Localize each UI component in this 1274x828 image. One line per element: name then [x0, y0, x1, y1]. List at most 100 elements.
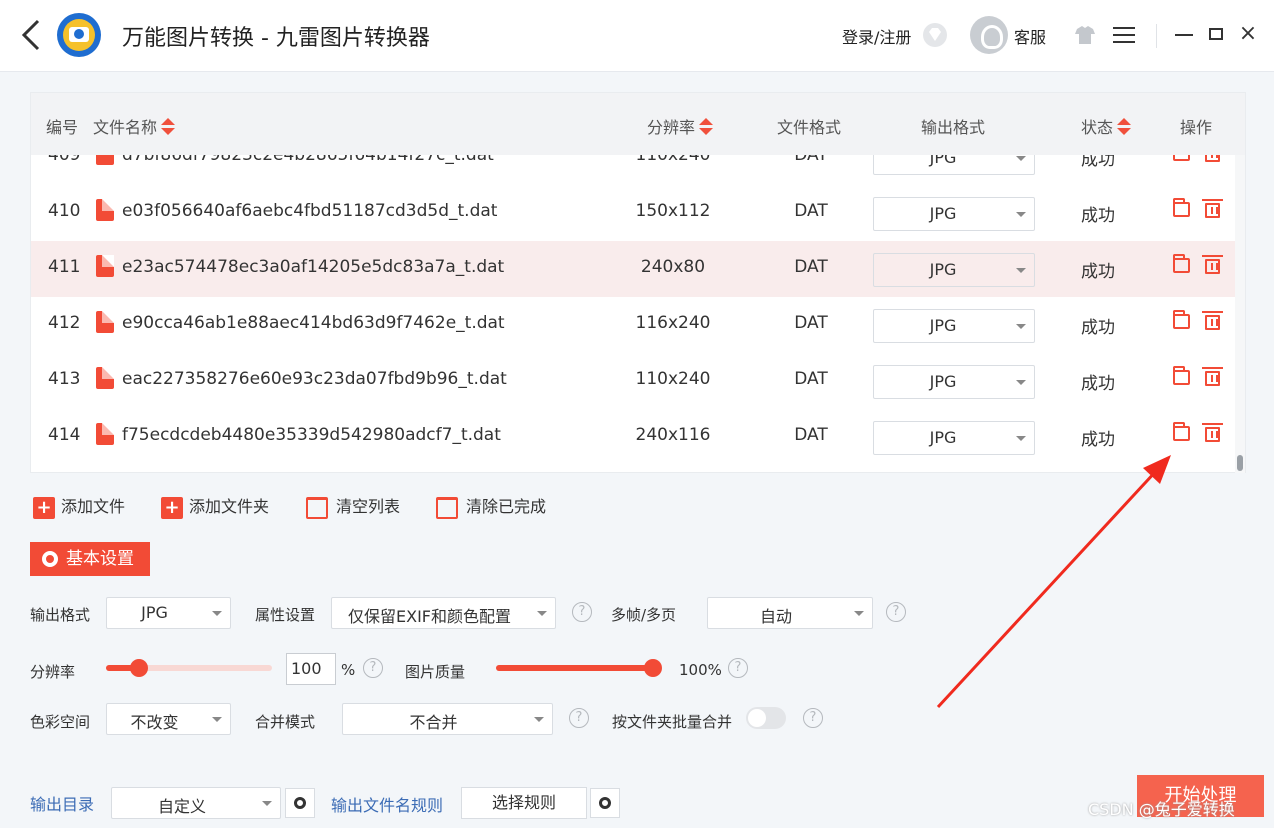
filename-rule-label[interactable]: 输出文件名规则 — [331, 792, 443, 816]
table-row[interactable]: 414 f75ecdcdeb4480e35339d542980adcf7_t.d… — [31, 409, 1235, 465]
output-format-select[interactable]: JPG — [873, 309, 1035, 343]
back-arrow-icon[interactable] — [18, 18, 46, 52]
add-file-button[interactable]: + 添加文件 — [33, 493, 125, 519]
header-name-label: 文件名称 — [93, 118, 158, 137]
output-format-select[interactable]: JPG — [873, 197, 1035, 231]
header-status-label: 状态 — [1081, 118, 1114, 137]
output-format-select[interactable]: JPG — [873, 155, 1035, 175]
output-format-value: JPG — [929, 155, 957, 167]
output-format-select[interactable]: JPG — [873, 365, 1035, 399]
help-icon[interactable]: ? — [572, 602, 592, 622]
help-icon[interactable]: ? — [728, 658, 748, 678]
file-resolution: 116x240 — [635, 313, 711, 333]
sort-icon[interactable] — [161, 118, 176, 136]
basic-settings-tab[interactable]: 基本设置 — [30, 542, 150, 576]
output-format-value: JPG — [929, 372, 957, 391]
file-resolution: 150x112 — [635, 201, 711, 221]
file-name: f75ecdcdeb4480e35339d542980adcf7_t.dat — [122, 425, 501, 445]
service-headset-icon[interactable] — [970, 16, 1008, 54]
attr-settings-dropdown[interactable]: 仅保留EXIF和颜色配置 — [331, 597, 556, 629]
quality-slider-handle[interactable] — [644, 659, 662, 677]
status-text: 成功 — [1081, 374, 1115, 394]
output-format-value: JPG — [141, 603, 168, 622]
delete-icon[interactable] — [1202, 255, 1223, 274]
header-name[interactable]: 文件名称 — [93, 114, 176, 138]
sort-icon[interactable] — [1117, 118, 1132, 136]
chevron-down-icon — [262, 801, 272, 806]
multiframe-label: 多帧/多页 — [611, 606, 677, 624]
delete-icon[interactable] — [1202, 367, 1223, 386]
file-name: e03f056640af6aebc4fbd51187cd3d5d_t.dat — [122, 201, 498, 221]
select-rule-button[interactable]: 选择规则 — [461, 787, 587, 819]
file-resolution: 110x240 — [635, 369, 711, 389]
sort-icon[interactable] — [699, 118, 714, 136]
open-folder-icon[interactable] — [1173, 422, 1190, 441]
multiframe-dropdown[interactable]: 自动 — [707, 597, 873, 629]
customer-service-link[interactable]: 客服 — [1014, 24, 1046, 48]
file-format: DAT — [794, 425, 828, 445]
row-num: 413 — [48, 369, 81, 389]
scrollbar-thumb[interactable] — [1237, 455, 1243, 471]
merge-mode-dropdown[interactable]: 不合并 — [342, 703, 553, 735]
chevron-down-icon — [1016, 212, 1026, 217]
table-row-selected[interactable]: 411 e23ac574478ec3a0af14205e5dc83a7a_t.d… — [31, 241, 1235, 297]
batch-merge-toggle[interactable] — [746, 707, 786, 729]
help-icon[interactable]: ? — [569, 708, 589, 728]
minimize-icon[interactable] — [1175, 34, 1193, 36]
add-folder-button[interactable]: + 添加文件夹 — [161, 493, 269, 519]
multiframe-value: 自动 — [759, 607, 792, 626]
delete-icon[interactable] — [1202, 199, 1223, 218]
maximize-icon[interactable] — [1209, 28, 1223, 40]
file-icon — [96, 199, 114, 221]
help-icon[interactable]: ? — [886, 602, 906, 622]
output-format-select[interactable]: JPG — [873, 253, 1035, 287]
clear-done-button[interactable]: 清除已完成 — [436, 493, 546, 519]
output-dir-label[interactable]: 输出目录 — [30, 791, 94, 815]
resolution-input[interactable]: 100 — [286, 653, 336, 685]
output-dir-dropdown[interactable]: 自定义 — [111, 787, 281, 819]
output-format-select[interactable]: JPG — [873, 421, 1035, 455]
add-file-icon: + — [33, 496, 55, 519]
status-text: 成功 — [1081, 206, 1115, 226]
table-body: 409 d7bf86df79823c2e4b2865f64b14f27c_t.d… — [31, 155, 1235, 473]
chevron-down-icon — [534, 717, 544, 722]
scrollbar-track[interactable] — [1235, 155, 1245, 473]
gear-icon — [42, 551, 58, 567]
skin-shirt-icon[interactable] — [1074, 24, 1096, 46]
table-row[interactable]: 413 eac227358276e60e93c23da07fbd9b96_t.d… — [31, 353, 1235, 409]
login-register-link[interactable]: 登录/注册 — [842, 24, 911, 48]
open-folder-icon[interactable] — [1173, 254, 1190, 273]
row-num: 414 — [48, 425, 81, 445]
header-file-format: 文件格式 — [777, 118, 842, 137]
header-status[interactable]: 状态 — [1081, 114, 1132, 138]
output-format-dropdown[interactable]: JPG — [106, 597, 231, 629]
delete-icon[interactable] — [1202, 311, 1223, 330]
open-folder-icon[interactable] — [1173, 155, 1190, 161]
filename-rule-settings-button[interactable] — [590, 788, 620, 818]
help-icon[interactable]: ? — [363, 658, 383, 678]
table-row[interactable]: 409 d7bf86df79823c2e4b2865f64b14f27c_t.d… — [31, 155, 1235, 185]
delete-icon[interactable] — [1205, 155, 1220, 162]
clear-list-button[interactable]: 清空列表 — [306, 493, 401, 519]
output-dir-settings-button[interactable] — [285, 788, 315, 818]
delete-icon[interactable] — [1202, 423, 1223, 442]
header-resolution[interactable]: 分辨率 — [647, 114, 714, 138]
open-folder-icon[interactable] — [1173, 310, 1190, 329]
status-text: 成功 — [1081, 262, 1115, 282]
app-logo — [57, 13, 101, 57]
menu-icon[interactable] — [1113, 26, 1135, 44]
clear-list-label: 清空列表 — [336, 497, 401, 516]
watermark: CSDN @兔子爱转换 — [1088, 800, 1235, 819]
chevron-down-icon — [537, 611, 547, 616]
table-row[interactable]: 410 e03f056640af6aebc4fbd51187cd3d5d_t.d… — [31, 185, 1235, 241]
open-folder-icon[interactable] — [1173, 198, 1190, 217]
help-icon[interactable]: ? — [803, 708, 823, 728]
resolution-slider-handle[interactable] — [130, 659, 149, 677]
table-row[interactable]: 412 e90cca46ab1e88aec414bd63d9f7462e_t.d… — [31, 297, 1235, 353]
vip-diamond-icon[interactable] — [922, 22, 948, 48]
titlebar-divider — [1156, 24, 1157, 48]
file-format: DAT — [794, 257, 828, 277]
open-folder-icon[interactable] — [1173, 366, 1190, 385]
close-icon[interactable]: × — [1238, 23, 1258, 45]
colorspace-dropdown[interactable]: 不改变 — [106, 703, 231, 735]
